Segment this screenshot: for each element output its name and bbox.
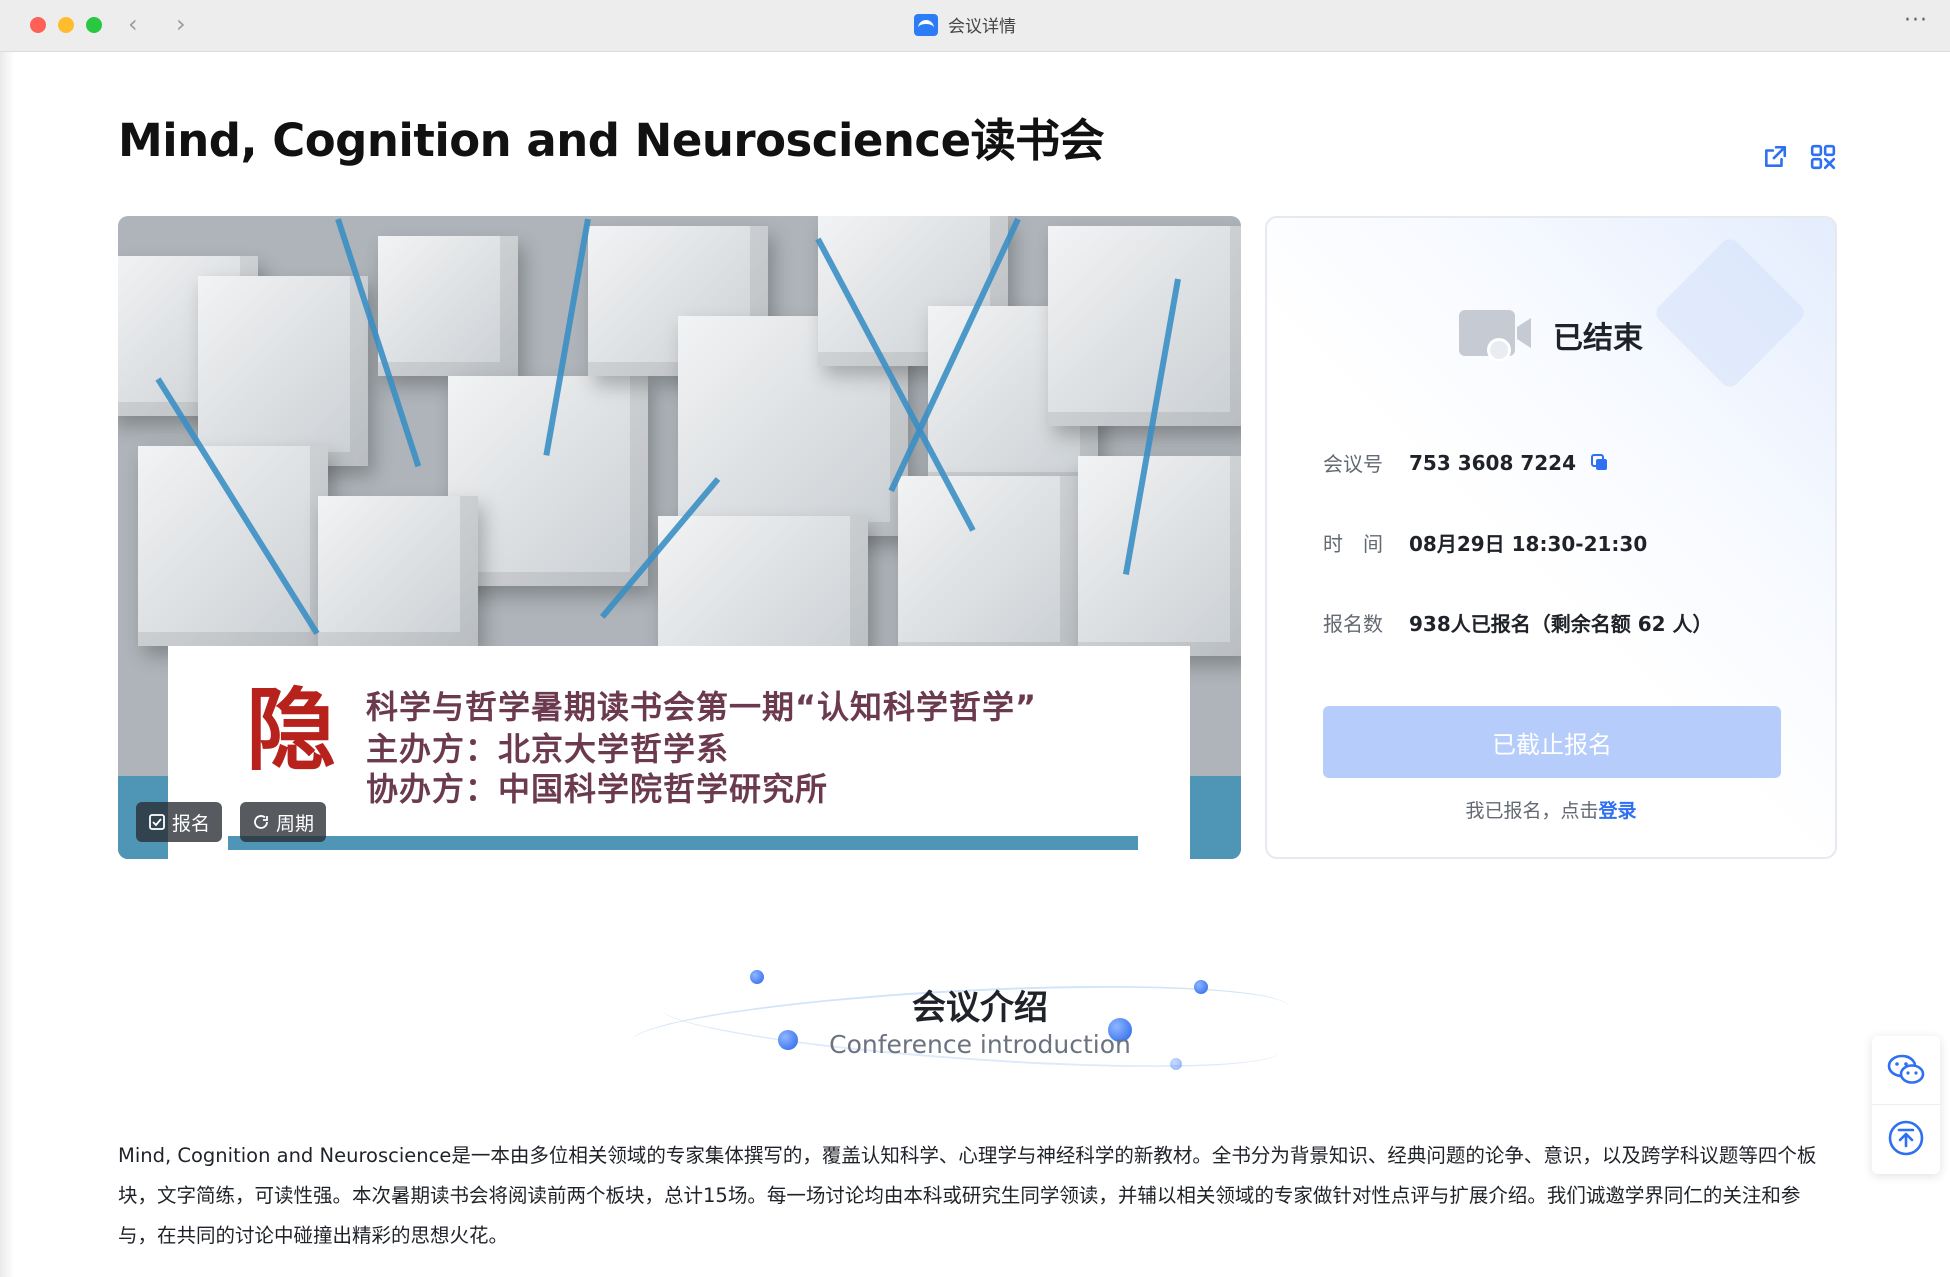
signup-icon xyxy=(149,814,165,830)
meeting-time-row: 时 间 08月29日 18:30-21:30 xyxy=(1323,528,1647,557)
qr-code-icon[interactable] xyxy=(1810,144,1836,170)
banner-caption-line3: 协办方：中国科学院哲学研究所 xyxy=(366,770,829,808)
more-icon[interactable]: ··· xyxy=(1904,8,1928,33)
intro-heading: 会议介绍 Conference introduction xyxy=(600,950,1360,1090)
chevron-left-icon[interactable]: ‹ xyxy=(128,10,138,38)
meeting-id-row: 会议号 753 3608 7224 xyxy=(1323,448,1610,477)
status-text: 已结束 xyxy=(1553,321,1643,356)
banner-caption-line1: 科学与哲学暑期读书会第一期“认知科学哲学” xyxy=(366,688,1038,726)
signup-count-value: 938人已报名（剩余名额 62 人） xyxy=(1409,612,1713,636)
floating-panel-divider xyxy=(1872,1104,1940,1105)
window-titlebar: ‹ › 会议详情 ··· xyxy=(0,0,1950,52)
back-to-top-icon[interactable] xyxy=(1884,1116,1928,1160)
meeting-banner-image: 隐 科学与哲学暑期读书会第一期“认知科学哲学” 主办方：北京大学哲学系 协办方：… xyxy=(118,216,1241,859)
intro-subtitle: Conference introduction xyxy=(829,1030,1131,1059)
intro-description: Mind, Cognition and Neuroscience是一本由多位相关… xyxy=(118,1144,1817,1247)
recurring-tag-label: 周期 xyxy=(276,812,315,835)
video-camera-icon xyxy=(1459,304,1535,366)
page-edge-shadow xyxy=(0,52,14,1277)
card-decoration xyxy=(1652,235,1808,391)
recurring-tag: 周期 xyxy=(240,802,327,842)
intro-title: 会议介绍 xyxy=(912,988,1048,1028)
signup-count-label: 报名数 xyxy=(1323,612,1383,636)
window-title: 会议详情 xyxy=(914,12,1016,37)
login-tip-text: 我已报名，点击 xyxy=(1465,800,1599,822)
app-logo-icon xyxy=(914,13,938,36)
close-window-button[interactable] xyxy=(30,17,46,33)
time-label: 时 间 xyxy=(1323,532,1383,556)
meeting-status: 已结束 xyxy=(1459,304,1643,366)
bubble-decoration xyxy=(1170,1058,1182,1070)
signup-tag: 报名 xyxy=(136,802,223,842)
meeting-info-card: 已结束 会议号 753 3608 7224 时 间 08月29日 18:30-2… xyxy=(1265,216,1837,859)
signup-tag-label: 报名 xyxy=(172,812,211,835)
seal-logo: 隐 xyxy=(246,677,336,783)
page-title: Mind, Cognition and Neuroscience读书会 xyxy=(118,114,1105,167)
wechat-icon[interactable] xyxy=(1884,1048,1928,1092)
time-value: 08月29日 18:30-21:30 xyxy=(1409,532,1648,556)
floating-action-panel xyxy=(1872,1036,1940,1174)
share-icon[interactable] xyxy=(1762,144,1788,170)
login-link[interactable]: 登录 xyxy=(1599,800,1637,822)
meeting-id-label: 会议号 xyxy=(1323,452,1383,476)
signup-closed-button[interactable]: 已截止报名 xyxy=(1323,706,1781,778)
meeting-id-value: 753 3608 7224 xyxy=(1409,450,1577,475)
login-tip: 我已报名，点击登录 xyxy=(1267,796,1835,823)
minimize-window-button[interactable] xyxy=(58,17,74,33)
signup-count-row: 报名数 938人已报名（剩余名额 62 人） xyxy=(1323,608,1713,637)
repeat-icon xyxy=(254,815,268,829)
chevron-right-icon[interactable]: › xyxy=(176,10,186,38)
banner-caption-underline xyxy=(228,836,1138,850)
maximize-window-button[interactable] xyxy=(86,17,102,33)
copy-icon[interactable] xyxy=(1590,453,1610,473)
window-title-text: 会议详情 xyxy=(948,17,1016,37)
